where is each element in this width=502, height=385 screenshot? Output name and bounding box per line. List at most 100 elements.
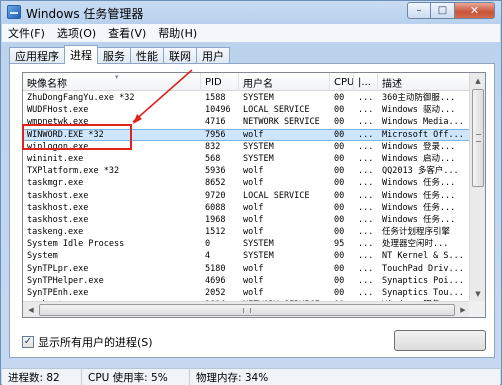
menu-bar: 文件(F) 选项(O) 查看(V) 帮助(H) <box>2 24 500 42</box>
cell-cpu: 00 <box>334 202 345 213</box>
cell-user-name: SYSTEM <box>243 141 274 152</box>
cell-pid: 8652 <box>205 178 226 189</box>
cell-image-name: taskmgr.exe <box>27 178 84 189</box>
tab-processes[interactable]: 进程 <box>64 45 98 64</box>
cell-pid: 5180 <box>205 263 226 274</box>
cell-cpu: 00 <box>334 93 345 103</box>
column-pid[interactable]: PID <box>201 73 239 91</box>
cell-image-name: SynTPHelper.exe <box>27 275 104 286</box>
cell-image-name: taskhost.exe <box>27 190 89 201</box>
cell-description: Windows 启动... <box>382 153 456 164</box>
cell-description: Windows 驱动... <box>382 105 456 116</box>
table-row[interactable]: SynTPHelper.exe 4696 wolf 00... Synaptics Po… <box>23 275 471 287</box>
table-row[interactable]: TXPlatform.exe *32 5936 wolf 00... QQ2013 多客… <box>23 165 471 177</box>
cell-memory: ... <box>358 190 374 201</box>
end-process-button[interactable] <box>394 330 486 351</box>
table-row[interactable]: taskeng.exe 1512 wolf 00... 任务计划程序引擎 <box>23 226 471 238</box>
show-all-users-checkbox[interactable]: ✓ <box>22 336 34 348</box>
cell-description: Windows 任务... <box>382 178 456 189</box>
cell-cpu: 00 <box>334 141 345 152</box>
table-row[interactable]: taskmgr.exe 8652 wolf 00... Windows 任务... <box>23 177 471 189</box>
column-memory[interactable]: |... <box>354 73 378 91</box>
cell-image-name: ZhuDongFangYu.exe *32 <box>27 93 135 103</box>
cell-memory: ... <box>358 239 374 250</box>
cell-image-name: taskhost.exe <box>27 202 89 213</box>
cell-pid: 6088 <box>205 202 226 213</box>
cell-user-name: SYSTEM <box>243 251 274 262</box>
minimize-button[interactable]: – <box>407 2 431 19</box>
cell-cpu: 00 <box>334 105 345 116</box>
cell-description: Windows Media... <box>382 117 464 128</box>
tab-applications[interactable]: 应用程序 <box>9 47 65 64</box>
maximize-button[interactable]: □ <box>431 2 455 19</box>
caption-buttons: – □ ✕ <box>407 2 495 19</box>
scrollbar-corner <box>469 301 485 317</box>
title-bar[interactable]: Windows 任务管理器 – □ ✕ <box>1 1 501 23</box>
cell-pid: 9720 <box>205 190 226 201</box>
cell-memory: ... <box>358 129 374 140</box>
table-row[interactable]: wininit.exe 568 SYSTEM 00... Windows 启动... <box>23 153 471 165</box>
tab-users[interactable]: 用户 <box>196 47 230 64</box>
column-user-name[interactable]: 用户名 <box>239 73 330 91</box>
cell-memory: ... <box>358 263 374 274</box>
vertical-scrollbar[interactable]: ▲ ▼ <box>469 73 485 302</box>
tab-services[interactable]: 服务 <box>97 47 131 64</box>
menu-options[interactable]: 选项(O) <box>57 25 96 41</box>
table-row[interactable]: ZhuDongFangYu.exe *32 1588 SYSTEM 00... 360主… <box>23 92 471 104</box>
cell-memory: ... <box>358 275 374 286</box>
cell-image-name: System <box>27 251 58 262</box>
cell-pid: 568 <box>205 153 221 164</box>
vertical-scroll-thumb[interactable] <box>472 89 484 187</box>
cell-pid: 10496 <box>205 105 231 116</box>
menu-file[interactable]: 文件(F) <box>8 25 45 41</box>
column-image-name[interactable]: 映像名称 <box>23 73 201 91</box>
cell-cpu: 00 <box>334 190 345 201</box>
scroll-up-icon[interactable]: ▲ <box>471 74 485 88</box>
table-row[interactable]: System Idle Process 0 SYSTEM 95... 处理器空闲时... <box>23 238 471 250</box>
cell-cpu: 00 <box>334 129 345 140</box>
table-row[interactable]: taskhost.exe 6088 wolf 00... Windows 任务... <box>23 202 471 214</box>
column-cpu[interactable]: CPU <box>330 73 354 91</box>
cell-image-name: WUDFHost.exe <box>27 105 89 116</box>
cell-description: Microsoft Off... <box>382 129 464 140</box>
cell-image-name: System Idle Process <box>27 239 125 250</box>
cell-image-name: SynTPLpr.exe <box>27 263 89 274</box>
cell-cpu: 00 <box>334 178 345 189</box>
cell-user-name: wolf <box>243 202 264 213</box>
close-button[interactable]: ✕ <box>455 2 495 19</box>
cell-memory: ... <box>358 153 374 164</box>
cell-pid: 2052 <box>205 288 226 298</box>
cell-image-name: TXPlatform.exe *32 <box>27 166 120 177</box>
cell-description: 360主动防御服... <box>382 93 456 103</box>
tab-performance[interactable]: 性能 <box>130 47 164 64</box>
cell-user-name: wolf <box>243 178 264 189</box>
column-description[interactable]: 描述 <box>378 73 471 91</box>
menu-view[interactable]: 查看(V) <box>108 25 146 41</box>
cell-pid: 1588 <box>205 93 226 103</box>
table-row[interactable]: System 4 SYSTEM 00... NT Kernel & S... <box>23 250 471 262</box>
cell-user-name: wolf <box>243 129 264 140</box>
table-row[interactable]: taskhost.exe 1968 wolf 00... Windows 任务... <box>23 214 471 226</box>
horizontal-scroll-thumb[interactable] <box>39 304 455 316</box>
menu-help[interactable]: 帮助(H) <box>158 25 197 41</box>
table-row[interactable]: SynTPEnh.exe 2052 wolf 00... Synaptics Tou..… <box>23 287 471 299</box>
cell-cpu: 00 <box>334 275 345 286</box>
cell-pid: 1512 <box>205 227 226 238</box>
show-all-users-option[interactable]: ✓ 显示所有用户的进程(S) <box>22 334 153 350</box>
table-row[interactable]: taskhost.exe 9720 LOCAL SERVICE 00... Window… <box>23 190 471 202</box>
scroll-down-icon[interactable]: ▼ <box>471 287 485 301</box>
cell-memory: ... <box>358 214 374 225</box>
table-row[interactable]: WUDFHost.exe 10496 LOCAL SERVICE 00... Windo… <box>23 104 471 116</box>
tab-networking[interactable]: 联网 <box>163 47 197 64</box>
cell-user-name: LOCAL SERVICE <box>243 190 310 201</box>
cell-user-name: LOCAL SERVICE <box>243 105 310 116</box>
cell-description: TouchPad Driv... <box>382 263 464 274</box>
cell-description: Windows 任务... <box>382 214 456 225</box>
task-manager-window: Windows 任务管理器 – □ ✕ 文件(F) 选项(O) 查看(V) 帮助… <box>0 0 502 385</box>
horizontal-scrollbar[interactable]: ◀ ▶ <box>23 301 471 317</box>
scroll-right-icon[interactable]: ▶ <box>456 303 470 317</box>
table-row[interactable]: SynTPLpr.exe 5180 wolf 00... TouchPad Driv..… <box>23 263 471 275</box>
scroll-left-icon[interactable]: ◀ <box>24 303 38 317</box>
cell-memory: ... <box>358 288 374 298</box>
cell-memory: ... <box>358 178 374 189</box>
